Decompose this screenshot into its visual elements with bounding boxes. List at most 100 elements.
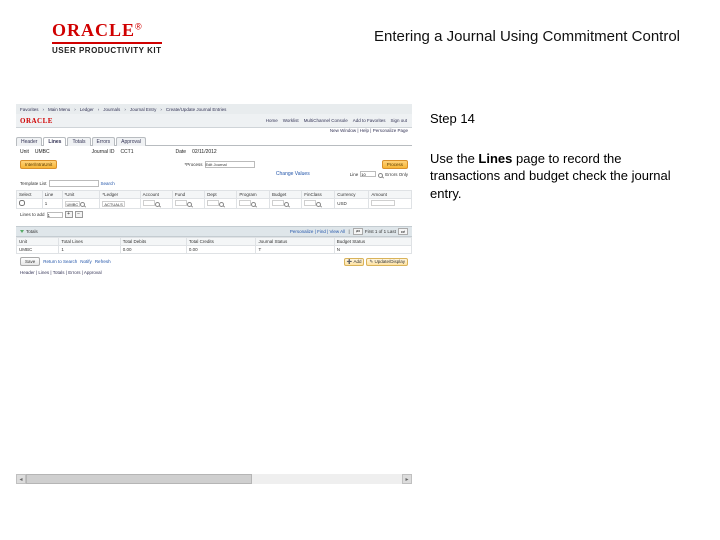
tab-lines[interactable]: Lines <box>43 137 66 146</box>
last-icon[interactable]: ⏭ <box>398 228 408 235</box>
logo-subtitle: USER PRODUCTIVITY KIT <box>52 46 162 55</box>
process-button[interactable]: Process <box>382 160 408 169</box>
lookup-icon[interactable] <box>251 202 256 207</box>
line-ctr-input[interactable] <box>360 171 376 177</box>
col-amount[interactable]: Amount <box>369 191 412 199</box>
add-button[interactable]: ➕ Add <box>344 258 365 266</box>
totals-personalize[interactable]: Personalize | Find | View All <box>290 229 345 234</box>
grid-row-1: 1 UMBC ACTUALS USD <box>17 199 412 209</box>
lookup-icon[interactable] <box>316 202 321 207</box>
scroll-right-icon[interactable]: ▸ <box>402 474 412 484</box>
lines-add-input[interactable]: 1 <box>47 212 63 218</box>
tab-approval[interactable]: Approval <box>116 137 146 146</box>
row1-budget[interactable] <box>272 200 284 206</box>
tcol-lines[interactable]: Total Lines <box>59 238 120 246</box>
process-select[interactable]: Edit Journal <box>205 161 255 168</box>
tcol-debits[interactable]: Total Debits <box>120 238 186 246</box>
link-home[interactable]: Home <box>265 118 279 123</box>
col-unit[interactable]: *Unit <box>62 191 100 199</box>
row1-select[interactable] <box>19 200 25 206</box>
col-ledger[interactable]: *Ledger <box>100 191 140 199</box>
save-button[interactable]: Save <box>20 257 40 266</box>
template-select[interactable] <box>49 180 99 187</box>
tab-totals[interactable]: Totals <box>67 137 90 146</box>
tab-errors[interactable]: Errors <box>92 137 116 146</box>
template-row: Template List Search <box>16 179 412 190</box>
tab-header[interactable]: Header <box>16 137 42 146</box>
refresh-link[interactable]: Refresh <box>95 259 111 264</box>
col-fund[interactable]: Fund <box>172 191 204 199</box>
link-worklist[interactable]: Worklist <box>282 118 300 123</box>
tabs: Header Lines Totals Errors Approval <box>16 136 412 146</box>
tcol-unit[interactable]: Unit <box>17 238 59 246</box>
row1-finclass[interactable] <box>304 200 316 206</box>
bc-0[interactable]: Favorites <box>20 107 39 112</box>
col-account[interactable]: Account <box>140 191 172 199</box>
bc-1[interactable]: Main Menu <box>48 107 70 112</box>
app-frame: Favorites › Main Menu › Ledger › Journal… <box>16 104 412 484</box>
registered-mark: ® <box>135 22 142 32</box>
jid-value: CCT1 <box>120 149 133 155</box>
update-button[interactable]: ✎ Update/Display <box>366 258 408 266</box>
totals-nav: First 1 of 1 Last <box>365 229 396 234</box>
lookup-icon[interactable] <box>80 202 85 207</box>
new-window-bar[interactable]: New Window | Help | Personalize Page <box>16 128 412 136</box>
row1-account[interactable] <box>143 200 155 206</box>
t-jstatus[interactable]: T <box>256 246 334 254</box>
unit-value: UMBC <box>35 149 50 155</box>
collapse-icon[interactable] <box>20 230 24 233</box>
tcol-credits[interactable]: Total Credits <box>186 238 256 246</box>
scroll-left-icon[interactable]: ◂ <box>16 474 26 484</box>
row1-program[interactable] <box>239 200 251 206</box>
scroll-thumb[interactable] <box>26 474 252 484</box>
minus-icon[interactable]: − <box>75 211 83 218</box>
col-select[interactable]: Select <box>17 191 43 199</box>
bc-3[interactable]: Journals <box>103 107 120 112</box>
row1-line: 1 <box>42 199 62 209</box>
interunit-button[interactable]: Inter/IntraUnit <box>20 160 57 169</box>
journal-header: Unit UMBC Journal ID CCT1 Date 02/11/201… <box>16 146 412 158</box>
process-label: *Process <box>184 162 202 167</box>
change-values-link[interactable]: Change Values <box>276 171 310 177</box>
tcol-bstatus[interactable]: Budget Status <box>334 238 411 246</box>
unit-label: Unit <box>20 149 29 155</box>
t-bstatus[interactable]: N <box>334 246 411 254</box>
col-currency[interactable]: Currency <box>335 191 369 199</box>
logo-block: ORACLE® USER PRODUCTIVITY KIT <box>52 20 162 55</box>
col-budget[interactable]: Budget <box>270 191 302 199</box>
col-program[interactable]: Program <box>237 191 270 199</box>
bc-2[interactable]: Ledger <box>80 107 94 112</box>
col-dept[interactable]: Dept <box>205 191 237 199</box>
notify-link[interactable]: Notify <box>80 259 92 264</box>
col-line[interactable]: Line <box>42 191 62 199</box>
lookup-icon[interactable] <box>284 202 289 207</box>
step-heading: Step 14 <box>430 110 680 128</box>
col-finclass[interactable]: FinClass <box>302 191 335 199</box>
row1-ledger[interactable]: ACTUALS <box>102 201 124 207</box>
horizontal-scrollbar[interactable]: ◂ ▸ <box>16 474 412 484</box>
lookup-icon[interactable] <box>378 173 383 178</box>
bc-5[interactable]: Create/Update Journal Entries <box>166 107 227 112</box>
row1-fund[interactable] <box>175 200 187 206</box>
link-mcc[interactable]: MultiChannel Console <box>303 118 349 123</box>
first-icon[interactable]: ⏮ <box>353 228 363 235</box>
row1-unit[interactable]: UMBC <box>65 201 81 207</box>
tcol-jstatus[interactable]: Journal Status <box>256 238 334 246</box>
plus-icon[interactable]: + <box>65 211 73 218</box>
lookup-icon[interactable] <box>219 202 224 207</box>
lookup-icon[interactable] <box>187 202 192 207</box>
line-ctr-label: Line <box>350 172 359 177</box>
logo-rule <box>52 42 162 44</box>
row1-currency: USD <box>335 199 369 209</box>
row1-amount[interactable] <box>371 200 395 206</box>
template-search[interactable]: Search <box>101 181 115 186</box>
lines-add: Lines to add 1 + − <box>16 209 412 220</box>
footer-tabs[interactable]: Header | Lines | Totals | Errors | Appro… <box>16 269 412 276</box>
step-column: Step 14 Use the Lines page to record the… <box>430 110 680 202</box>
bc-4[interactable]: Journal Entry <box>130 107 157 112</box>
return-link[interactable]: Return to Search <box>43 259 77 264</box>
lookup-icon[interactable] <box>155 202 160 207</box>
row1-dept[interactable] <box>207 200 219 206</box>
link-fav[interactable]: Add to Favorites <box>352 118 387 123</box>
link-signout[interactable]: Sign out <box>389 118 408 123</box>
